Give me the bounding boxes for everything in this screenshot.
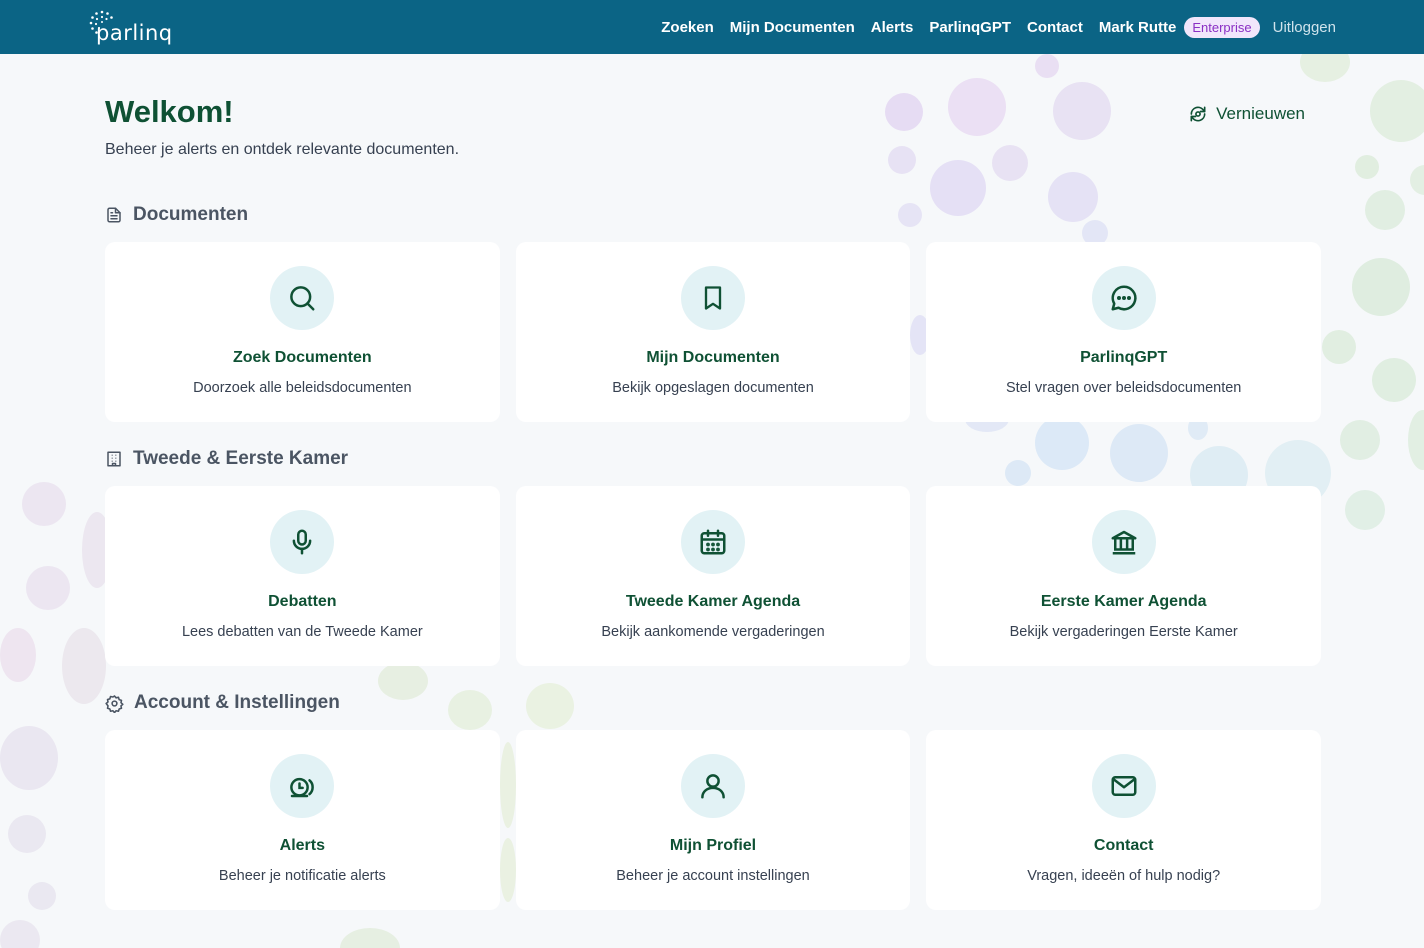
card-icon-circle	[1091, 754, 1156, 818]
card-eerste-kamer-agenda[interactable]: Eerste Kamer Agenda Bekijk vergaderingen…	[926, 486, 1322, 666]
main-nav: Zoeken Mijn Documenten Alerts ParlinqGPT…	[645, 0, 1336, 54]
refresh-button[interactable]: Vernieuwen	[1188, 104, 1305, 124]
card-title: Zoek Documenten	[232, 349, 372, 366]
card-icon-circle	[681, 754, 745, 818]
card-description: Stel vragen over beleidsdocumenten	[1005, 380, 1242, 396]
parlinq-logo[interactable]: parlinq	[88, 9, 184, 45]
card-description: Beheer je notificatie alerts	[218, 868, 386, 884]
refresh-label: Vernieuwen	[1216, 104, 1305, 123]
section-title: Account & Instellingen	[134, 692, 340, 713]
card-title: Eerste Kamer Agenda	[1040, 593, 1207, 610]
bookmark-icon	[704, 286, 722, 310]
card-alerts[interactable]: Alerts Beheer je notificatie alerts	[105, 730, 500, 910]
card-tweede-kamer-agenda[interactable]: Tweede Kamer Agenda Bekijk aankomende ve…	[515, 486, 911, 666]
section-title: Tweede & Eerste Kamer	[133, 448, 349, 469]
card-debatten[interactable]: Debatten Lees debatten van de Tweede Kam…	[105, 486, 500, 666]
card-icon-circle	[270, 510, 335, 574]
card-title: Debatten	[268, 593, 337, 610]
card-description: Bekijk vergaderingen Eerste Kamer	[1009, 624, 1238, 640]
card-icon-circle	[270, 266, 335, 330]
brand-name: parlinq	[96, 21, 173, 45]
card-description: Beheer je account instellingen	[616, 868, 810, 884]
user-name[interactable]: Mark Rutte	[1099, 19, 1177, 36]
card-parlinqgpt[interactable]: ParlinqGPT Stel vragen over beleidsdocum…	[926, 242, 1322, 422]
card-mijn-profiel[interactable]: Mijn Profiel Beheer je account instellin…	[515, 730, 911, 910]
plan-badge: Enterprise	[1184, 16, 1260, 38]
card-title: Tweede Kamer Agenda	[625, 593, 801, 610]
card-title: Contact	[1093, 837, 1154, 854]
card-description: Bekijk aankomende vergaderingen	[601, 624, 825, 640]
card-description: Vragen, ideeën of hulp nodig?	[1027, 868, 1221, 884]
cards-row-account: Alerts Beheer je notificatie alerts Mijn…	[105, 730, 1322, 910]
card-contact[interactable]: Contact Vragen, ideeën of hulp nodig?	[926, 730, 1322, 910]
card-title: Mijn Documenten	[646, 349, 780, 366]
card-description: Doorzoek alle beleidsdocumenten	[193, 380, 412, 396]
card-icon-circle	[270, 754, 335, 818]
card-title: ParlinqGPT	[1080, 349, 1168, 366]
cards-row-documenten: Zoek Documenten Doorzoek alle beleidsdoc…	[105, 242, 1322, 422]
card-description: Lees debatten van de Tweede Kamer	[181, 624, 423, 640]
section-tweede-eerste-kamer: Tweede & Eerste Kamer	[105, 448, 348, 470]
nav-item-mijn-documenten[interactable]: Mijn Documenten	[730, 19, 855, 36]
nav-item-alerts[interactable]: Alerts	[871, 19, 914, 36]
logout-link[interactable]: Uitloggen	[1273, 19, 1336, 36]
user-icon	[701, 774, 725, 799]
card-title: Mijn Profiel	[669, 837, 757, 854]
alarm-icon	[290, 777, 315, 798]
nav-item-contact[interactable]: Contact	[1027, 19, 1083, 36]
page-subtitle: Beheer je alerts en ontdek relevante doc…	[105, 141, 460, 158]
card-description: Bekijk opgeslagen documenten	[612, 380, 814, 396]
nav-item-parlinqgpt[interactable]: ParlinqGPT	[929, 19, 1011, 36]
building-icon	[107, 451, 121, 467]
microphone-icon	[292, 529, 312, 555]
calendar-icon	[700, 529, 726, 555]
page-title: Welkom!	[105, 94, 234, 129]
chat-icon	[1111, 285, 1137, 311]
mail-icon	[1111, 776, 1137, 796]
section-account-instellingen: Account & Instellingen	[105, 692, 340, 714]
nav-item-zoeken[interactable]: Zoeken	[661, 19, 714, 36]
card-zoek-documenten[interactable]: Zoek Documenten Doorzoek alle beleidsdoc…	[105, 242, 500, 422]
search-icon	[290, 286, 315, 311]
section-title: Documenten	[133, 204, 249, 225]
landmark-icon	[1111, 530, 1137, 555]
card-icon-circle	[1091, 510, 1156, 574]
refresh-icon	[1190, 106, 1206, 122]
gear-icon	[105, 694, 124, 713]
top-navigation-bar: parlinq Zoeken Mijn Documenten Alerts Pa…	[0, 0, 1424, 54]
section-documenten: Documenten	[105, 204, 248, 226]
document-icon	[107, 207, 121, 223]
card-icon-circle	[1091, 266, 1156, 330]
card-mijn-documenten[interactable]: Mijn Documenten Bekijk opgeslagen docume…	[515, 242, 911, 422]
cards-row-kamer: Debatten Lees debatten van de Tweede Kam…	[105, 486, 1322, 666]
card-title: Alerts	[279, 837, 326, 854]
card-icon-circle	[681, 510, 745, 574]
card-icon-circle	[681, 266, 745, 330]
